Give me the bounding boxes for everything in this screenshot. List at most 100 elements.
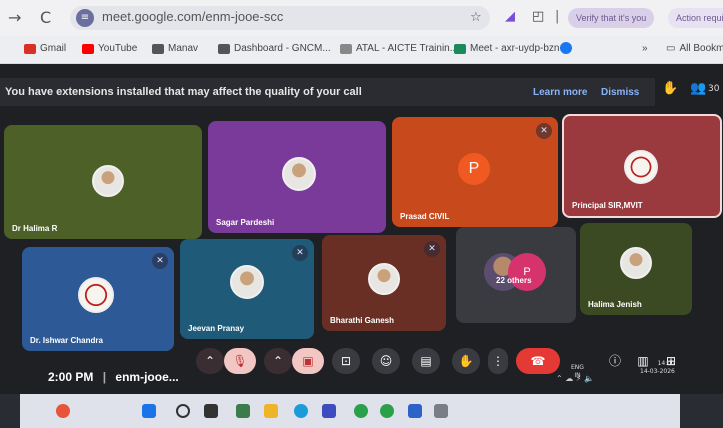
chevron-up-icon: ⌃ — [204, 354, 216, 368]
site-info-icon[interactable]: ≡ — [76, 9, 94, 27]
action-pill[interactable]: Action requi — [668, 8, 723, 28]
people-icon[interactable]: 👥 — [690, 81, 706, 96]
meeting-time: 2:00 PM — [48, 370, 94, 384]
participant-tile[interactable]: ✕ Bharathi Ganesh — [322, 235, 446, 331]
bookmark-item[interactable]: Manav — [152, 43, 198, 54]
bookmark-item[interactable]: ATAL - AICTE Trainin... — [340, 43, 458, 54]
participant-avatar — [620, 247, 652, 279]
task-view-icon[interactable] — [204, 404, 218, 418]
folder-icon: ▭ — [666, 43, 676, 54]
mic-off-icon: ✕ — [152, 253, 168, 269]
forward-icon[interactable]: → — [8, 8, 21, 27]
participant-name: Prasad CIVIL — [400, 212, 450, 221]
present-icon: ▤ — [420, 354, 432, 368]
facebook-icon[interactable] — [560, 42, 572, 54]
extensions-banner: You have extensions installed that may a… — [0, 78, 655, 106]
hand-icon[interactable]: ✋ — [662, 81, 678, 96]
verify-pill[interactable]: Verify that it's you — [568, 8, 655, 28]
info-icon: ⓘ — [608, 354, 621, 368]
participant-initial-avatar: P — [458, 153, 490, 185]
mic-options-button[interactable]: ⌃ — [196, 348, 224, 374]
captions-icon: ⊡ — [340, 354, 352, 368]
participant-name: Principal SIR,MVIT — [572, 201, 643, 210]
banner-message: You have extensions installed that may a… — [5, 86, 362, 98]
verify-text: Verify that it's you — [576, 13, 647, 23]
chrome-icon[interactable] — [354, 404, 368, 418]
participant-name: Sagar Pardeshi — [216, 218, 275, 227]
bookmark-item[interactable]: Gmail — [24, 43, 66, 54]
meeting-info: 2:00 PM | enm-jooe... — [48, 370, 179, 384]
system-clock[interactable]: 14:00 14-03-2026 — [640, 360, 675, 376]
participant-avatar — [368, 263, 400, 295]
captions-button[interactable]: ⊡ — [332, 348, 360, 374]
bookmark-favicon-icon — [454, 43, 466, 54]
chrome-profile-icon[interactable] — [380, 404, 394, 418]
word-icon[interactable] — [408, 404, 422, 418]
present-button[interactable]: ▤ — [412, 348, 440, 374]
participant-avatar — [92, 165, 124, 197]
meeting-code: enm-jooe... — [115, 370, 179, 384]
hand-icon: ✋ — [458, 354, 474, 368]
bookmark-favicon-icon — [340, 43, 352, 54]
all-bookmarks[interactable]: ▭ All Bookm — [666, 43, 723, 54]
participant-tile[interactable]: P 22 others — [456, 227, 576, 323]
bookmark-star-icon[interactable]: ☆ — [470, 10, 482, 25]
more-bookmarks[interactable]: » — [642, 43, 648, 54]
address-bar[interactable]: ≡ meet.google.com/enm-jooe-scc — [70, 6, 490, 30]
participant-tile[interactable]: Principal SIR,MVIT — [562, 114, 722, 218]
app-icon[interactable] — [434, 404, 448, 418]
participant-tile[interactable]: Dr Halima R — [4, 125, 202, 239]
file-explorer-icon[interactable] — [264, 404, 278, 418]
windows-start-icon[interactable] — [142, 404, 156, 418]
bookmark-favicon-icon — [218, 43, 230, 54]
bookmark-item[interactable]: Meet - axr-uydp-bzn — [454, 43, 559, 54]
raise-hand-button[interactable]: ✋ — [452, 348, 480, 374]
emoji-button[interactable]: ☺ — [372, 348, 400, 374]
phone-hangup-icon: ☎ — [530, 354, 546, 368]
language-code: ENG — [571, 364, 584, 371]
participant-name: Dr. Ishwar Chandra — [30, 336, 103, 345]
dismiss-button[interactable]: Dismiss — [601, 87, 639, 98]
language-indicator[interactable]: ENG IN — [571, 364, 584, 380]
camera-options-button[interactable]: ⌃ — [264, 348, 292, 374]
divider-icon: | — [555, 9, 560, 24]
participant-tile[interactable]: P ✕ Prasad CIVIL — [392, 117, 558, 227]
bookmark-favicon-icon — [152, 43, 164, 54]
camera-off-icon: ▣ — [302, 354, 314, 368]
store-icon[interactable] — [322, 404, 336, 418]
widgets-icon[interactable] — [236, 404, 250, 418]
emoji-icon: ☺ — [379, 354, 393, 368]
extension-icon[interactable]: ◢ — [505, 9, 515, 24]
edge-icon[interactable] — [294, 404, 308, 418]
participant-tile[interactable]: ✕ Dr. Ishwar Chandra — [22, 247, 174, 351]
participant-avatar — [282, 157, 316, 191]
mic-toggle-button[interactable]: 🎙 — [224, 348, 256, 374]
bookmark-label: YouTube — [98, 43, 138, 54]
reload-icon[interactable]: C — [40, 8, 51, 27]
info-button[interactable]: ⓘ — [604, 348, 626, 374]
bookmark-label: Meet - axr-uydp-bzn — [470, 43, 560, 54]
mic-off-icon: ✕ — [292, 245, 308, 261]
mic-off-icon: ✕ — [424, 241, 440, 257]
people-count: 30 — [708, 84, 720, 94]
chevron-up-icon: ⌃ — [272, 354, 284, 368]
puzzle-icon[interactable]: ◰ — [532, 9, 544, 24]
participant-tile[interactable]: Halima Jenish — [580, 223, 692, 315]
mic-off-icon: 🎙 — [232, 354, 248, 368]
leave-call-button[interactable]: ☎ — [516, 348, 560, 374]
clock-time: 14:00 — [657, 360, 675, 367]
participant-tile[interactable]: Sagar Pardeshi — [208, 121, 386, 233]
bookmark-favicon-icon — [82, 43, 94, 54]
learn-more-link[interactable]: Learn more — [533, 87, 587, 98]
bookmark-item[interactable]: Dashboard - GNCM... — [218, 43, 331, 54]
camera-toggle-button[interactable]: ▣ — [292, 348, 324, 374]
more-options-button[interactable]: ⋮ — [488, 348, 508, 374]
bookmark-item[interactable]: YouTube — [82, 43, 137, 54]
weather-icon[interactable] — [56, 404, 70, 418]
bookmark-label: ATAL - AICTE Trainin... — [356, 43, 459, 54]
participant-tile[interactable]: ✕ Jeevan Pranay — [180, 239, 314, 339]
search-icon[interactable] — [176, 404, 190, 418]
meeting-separator: | — [102, 370, 107, 384]
bookmark-label: Manav — [168, 43, 199, 54]
all-bookmarks-label: All Bookm — [679, 43, 723, 54]
